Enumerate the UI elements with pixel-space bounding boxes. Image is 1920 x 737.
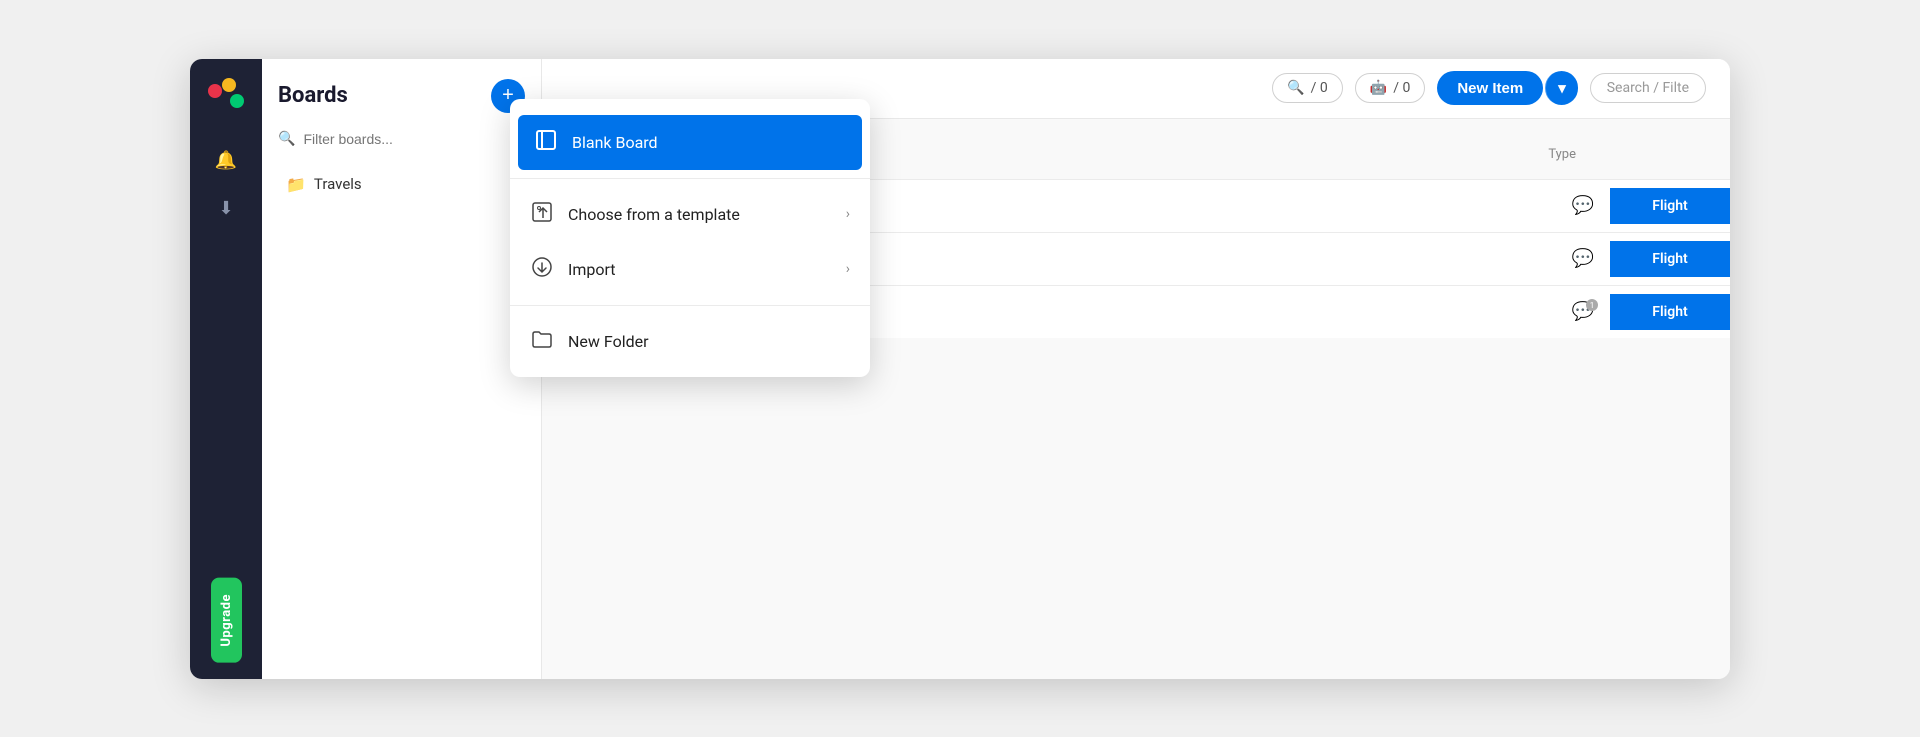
boards-title: Boards	[278, 83, 348, 108]
comment-icon[interactable]: 💬	[1572, 195, 1594, 216]
search-badge[interactable]: 🔍 / 0	[1272, 73, 1343, 103]
search-filter-text: Search / Filte	[1607, 80, 1689, 96]
new-folder-icon	[530, 328, 554, 355]
download-icon[interactable]: ⬇	[206, 189, 246, 229]
import-icon	[530, 256, 554, 283]
import-label: Import	[568, 260, 616, 279]
flight-badge[interactable]: Flight	[1610, 188, 1730, 224]
folder-label: Travels	[314, 175, 362, 193]
folder-icon: 📁	[286, 175, 306, 194]
upgrade-button[interactable]: Upgrade	[211, 578, 242, 663]
import-item[interactable]: Import ›	[510, 242, 870, 297]
search-filter[interactable]: Search / Filte	[1590, 73, 1706, 103]
filter-input[interactable]	[303, 131, 507, 147]
new-item-dropdown-button[interactable]: ▾	[1545, 71, 1578, 105]
new-folder-item[interactable]: New Folder	[510, 314, 870, 369]
search-badge-icon: 🔍	[1287, 80, 1304, 96]
flight-badge[interactable]: Flight	[1610, 241, 1730, 277]
choose-template-item[interactable]: Choose from a template ›	[510, 187, 870, 242]
template-icon	[530, 201, 554, 228]
blank-board-icon	[534, 129, 558, 156]
robot-badge-icon: 🤖	[1370, 80, 1387, 96]
import-chevron-icon: ›	[846, 261, 850, 277]
divider-1	[510, 178, 870, 179]
nav-sidebar: 🔔 ⬇ Upgrade	[190, 59, 262, 679]
blank-board-item[interactable]: Blank Board	[518, 115, 862, 170]
blank-board-label: Blank Board	[572, 133, 658, 152]
choose-template-label: Choose from a template	[568, 205, 740, 224]
robot-badge[interactable]: 🤖 / 0	[1355, 73, 1426, 103]
app-window: 🔔 ⬇ Upgrade Boards + 🔍 ≡ 📁 Travels	[190, 59, 1730, 679]
search-icon: 🔍	[278, 131, 295, 147]
new-item-group: New Item ▾	[1437, 71, 1577, 105]
boards-sidebar: Boards + 🔍 ≡ 📁 Travels Blank Board	[262, 59, 542, 679]
comment-icon[interactable]: 💬 1	[1572, 301, 1594, 322]
dropdown-menu: Blank Board Choose from a template ›	[510, 99, 870, 377]
app-logo	[205, 75, 247, 117]
comment-count: 1	[1586, 299, 1598, 311]
comment-icon[interactable]: 💬	[1572, 248, 1594, 269]
filter-row: 🔍 ≡	[278, 129, 525, 149]
flight-badge[interactable]: Flight	[1610, 294, 1730, 330]
travels-folder[interactable]: 📁 Travels	[278, 169, 525, 200]
divider-2	[510, 305, 870, 306]
chevron-right-icon: ›	[846, 206, 850, 222]
search-badge-count: / 0	[1311, 80, 1328, 96]
type-column-label: Type	[1548, 147, 1706, 162]
new-item-button[interactable]: New Item	[1437, 71, 1543, 105]
boards-header: Boards +	[278, 79, 525, 113]
robot-badge-count: / 0	[1393, 80, 1410, 96]
new-folder-label: New Folder	[568, 332, 649, 351]
bell-icon[interactable]: 🔔	[206, 141, 246, 181]
